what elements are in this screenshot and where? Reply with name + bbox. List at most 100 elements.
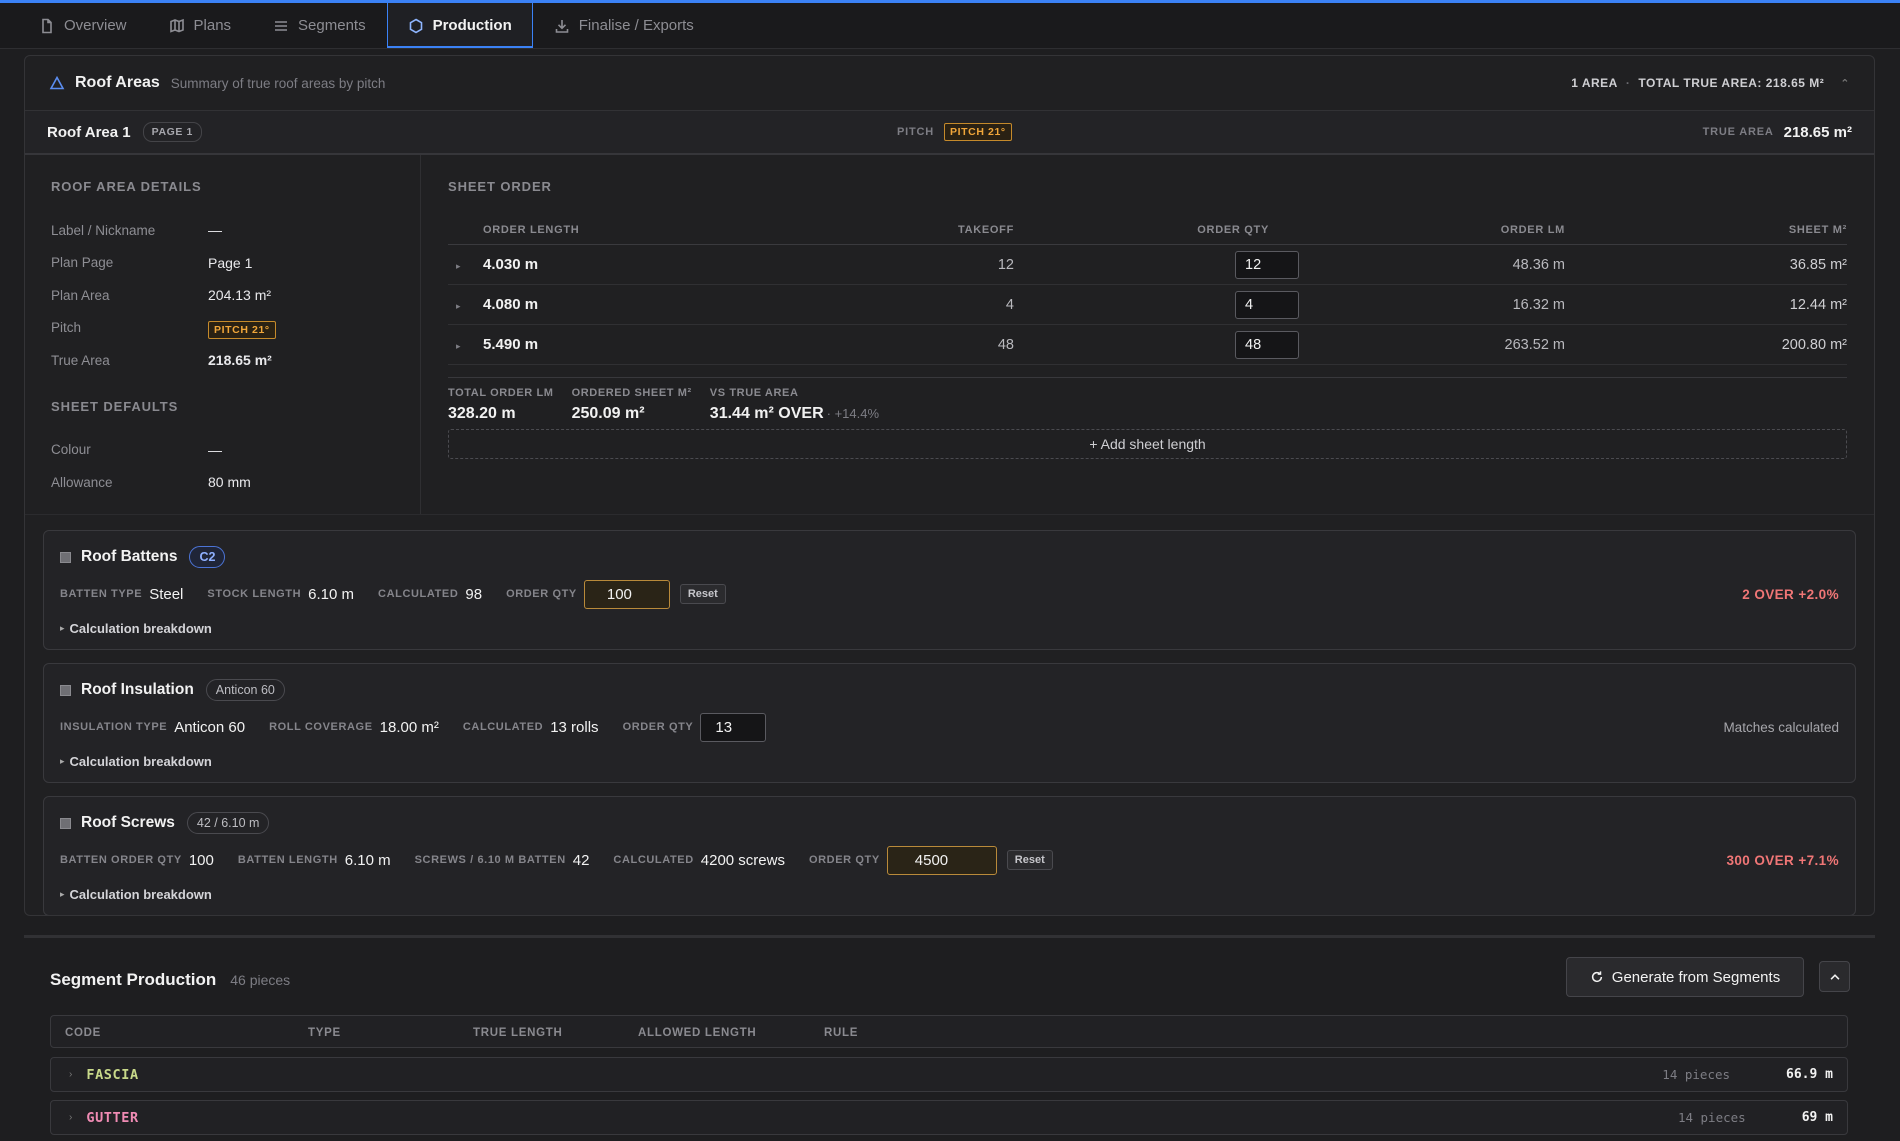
detail-row: True Area 218.65 m² xyxy=(51,344,394,377)
add-sheet-length-button[interactable]: + Add sheet length xyxy=(448,429,1847,459)
pieces-count: 46 pieces xyxy=(230,972,291,988)
collapse-button[interactable] xyxy=(1819,961,1850,992)
default-row: Colour — xyxy=(51,434,394,467)
field-caption: ORDER QTY xyxy=(808,854,880,866)
checkbox[interactable] xyxy=(60,817,71,829)
generate-from-segments-button[interactable]: Generate from Segments xyxy=(1566,957,1804,997)
tab-overview[interactable]: Overview xyxy=(18,3,148,48)
column-header: ALLOWED LENGTH xyxy=(638,1027,757,1039)
generate-label: Generate from Segments xyxy=(1611,968,1781,986)
segment-pieces: 14 pieces xyxy=(1662,1067,1731,1082)
order-qty-input[interactable]: 12 xyxy=(1235,250,1299,279)
tab-production[interactable]: Production xyxy=(386,3,533,48)
details-heading: ROOF AREA DETAILS xyxy=(51,179,202,194)
chevron-right-icon[interactable]: ▸ xyxy=(448,261,483,272)
roof-insulation-card: Roof Insulation Anticon 60 INSULATION TY… xyxy=(43,663,1856,783)
roll-coverage: 18.00 m² xyxy=(379,718,439,736)
tab-label: Overview xyxy=(64,17,127,34)
batten-type: Steel xyxy=(149,585,184,603)
sheet-m2: 200.80 m² xyxy=(1565,324,1847,365)
detail-row: Label / Nickname — xyxy=(51,214,394,247)
true-area-caption: TRUE AREA xyxy=(1702,126,1774,138)
chevron-right-icon[interactable]: ▸ xyxy=(448,341,483,352)
order-qty-input[interactable]: 4500 xyxy=(886,845,997,875)
detail-value: 204.13 m² xyxy=(208,287,272,304)
segment-pieces: 14 pieces xyxy=(1677,1110,1746,1125)
breakdown-label: Calculation breakdown xyxy=(69,886,212,902)
roof-areas-title: Roof Areas xyxy=(75,74,160,91)
field-caption: INSULATION TYPE xyxy=(60,721,168,733)
chevron-up-icon[interactable]: ⌃ xyxy=(1840,77,1850,90)
triangle-icon xyxy=(49,75,65,90)
batten-code-chip: C2 xyxy=(189,546,226,568)
calculation-breakdown-toggle[interactable]: ▸ Calculation breakdown xyxy=(60,877,1839,911)
calculation-breakdown-toggle[interactable]: ▸ Calculation breakdown xyxy=(60,611,1839,645)
total-caption: VS TRUE AREA xyxy=(709,387,799,399)
card-title: Roof Insulation xyxy=(81,681,194,698)
takeoff-value: 4 xyxy=(914,284,1014,325)
segment-row-fascia[interactable]: › FASCIA 14 pieces 66.9 m xyxy=(50,1057,1848,1092)
order-length: 4.080 m xyxy=(483,296,539,313)
chevron-right-icon[interactable]: ▸ xyxy=(448,301,483,312)
sheet-order-table: ORDER LENGTH TAKEOFF ORDER QTY ORDER LM … xyxy=(448,224,1847,365)
table-row: ▸ 4.030 m 12 12 48.36 m 36.85 m² xyxy=(448,244,1847,285)
order-qty-input[interactable]: 4 xyxy=(1235,290,1299,319)
pitch-caption: PITCH xyxy=(897,126,934,138)
tab-label: Production xyxy=(432,17,512,34)
roof-areas-header[interactable]: Roof Areas Summary of true roof areas by… xyxy=(25,56,1874,111)
field-caption: ORDER QTY xyxy=(622,721,694,733)
order-qty-input[interactable]: 100 xyxy=(583,579,670,609)
chevron-right-icon: ▸ xyxy=(60,755,65,766)
roof-battens-card: Roof Battens C2 BATTEN TYPE Steel STOCK L… xyxy=(43,530,1856,650)
card-title: Roof Battens xyxy=(81,548,178,565)
tab-bar: Overview Plans Segments Production Final… xyxy=(0,0,1900,49)
refresh-icon xyxy=(1591,971,1602,983)
tab-finalise-exports[interactable]: Finalise / Exports xyxy=(533,3,715,48)
order-qty-input[interactable]: 48 xyxy=(1235,330,1299,359)
reset-button[interactable]: Reset xyxy=(679,584,726,604)
detail-row: Pitch PITCH 21° xyxy=(51,312,394,345)
ordered-sheet-m2: ORDERED SHEET M² 250.09 m² xyxy=(572,387,692,423)
takeoff-value: 48 xyxy=(914,324,1014,365)
tab-plans[interactable]: Plans xyxy=(148,3,253,48)
detail-key: True Area xyxy=(51,352,110,368)
calculated-value: 13 rolls xyxy=(550,718,599,736)
stock-length: 6.10 m xyxy=(308,585,355,603)
sheet-m2: 12.44 m² xyxy=(1565,284,1847,325)
insulation-type: Anticon 60 xyxy=(174,718,246,736)
order-length: 4.030 m xyxy=(483,256,539,273)
order-lm: 263.52 m xyxy=(1269,324,1565,365)
sheet-defaults-heading: SHEET DEFAULTS xyxy=(51,398,179,414)
column-header: RULE xyxy=(824,1027,859,1039)
roof-area-row: Roof Area 1 PAGE 1 PITCH PITCH 21° TRUE … xyxy=(25,111,1874,155)
over-percent: · +14.4% xyxy=(826,406,880,421)
hexagon-icon xyxy=(409,18,422,33)
area-count: 1 AREA xyxy=(1571,76,1618,90)
segment-production-title: Segment Production xyxy=(50,970,217,989)
column-header: ORDER LENGTH xyxy=(448,224,914,245)
order-lm: 16.32 m xyxy=(1269,284,1565,325)
order-qty-input[interactable]: 13 xyxy=(700,712,767,742)
order-lm: 48.36 m xyxy=(1269,244,1565,285)
detail-key: Plan Area xyxy=(51,287,110,303)
over-status: 300 OVER +7.1% xyxy=(1726,852,1839,868)
tab-segments[interactable]: Segments xyxy=(252,3,387,48)
reset-button[interactable]: Reset xyxy=(1006,850,1053,870)
field-caption: BATTEN LENGTH xyxy=(237,854,338,866)
breakdown-label: Calculation breakdown xyxy=(69,753,212,769)
calculation-breakdown-toggle[interactable]: ▸ Calculation breakdown xyxy=(60,744,1839,778)
over-status: 2 OVER +2.0% xyxy=(1742,586,1839,602)
sheet-order: SHEET ORDER ORDER LENGTH TAKEOFF ORDER Q… xyxy=(421,155,1874,514)
segment-row-gutter[interactable]: › GUTTER 14 pieces 69 m xyxy=(50,1100,1848,1135)
detail-row: Plan Area 204.13 m² xyxy=(51,279,394,312)
field-caption: ROLL COVERAGE xyxy=(269,721,373,733)
roof-areas-subtitle: Summary of true roof areas by pitch xyxy=(170,75,386,91)
checkbox[interactable] xyxy=(60,684,71,696)
true-area-value: 218.65 m² xyxy=(1783,123,1852,141)
field-caption: BATTEN TYPE xyxy=(60,588,143,600)
table-row: ▸ 4.080 m 4 4 16.32 m 12.44 m² xyxy=(448,284,1847,325)
checkbox[interactable] xyxy=(60,551,71,563)
chevron-right-icon: ▸ xyxy=(60,622,65,633)
chevron-right-icon: › xyxy=(69,1112,73,1123)
default-value: 80 mm xyxy=(208,474,251,491)
